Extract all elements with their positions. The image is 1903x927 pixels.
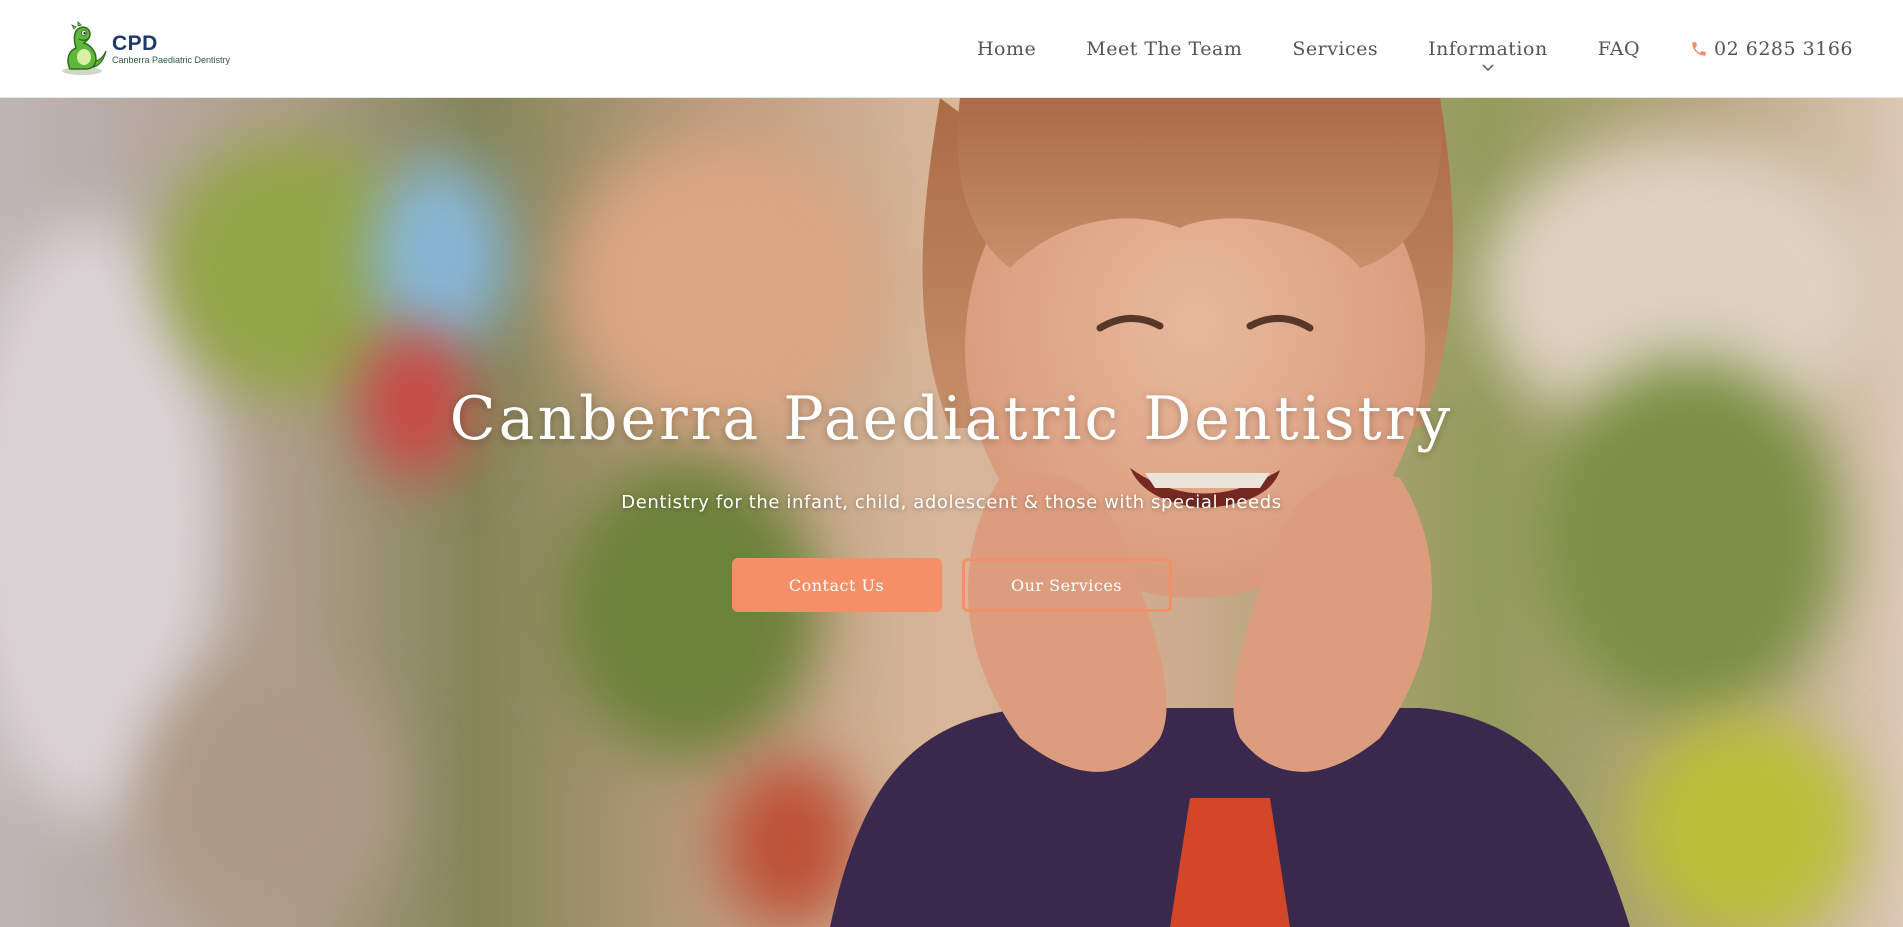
- hero-content: Canberra Paediatric Dentistry Dentistry …: [0, 384, 1903, 612]
- site-header: CPD Canberra Paediatric Dentistry Home M…: [0, 0, 1903, 98]
- hero-title: Canberra Paediatric Dentistry: [449, 384, 1454, 454]
- phone-link[interactable]: 02 6285 3166: [1665, 38, 1853, 60]
- dinosaur-logo-icon: [62, 20, 107, 75]
- contact-us-button[interactable]: Contact Us: [731, 558, 942, 612]
- hero-subtitle: Dentistry for the infant, child, adolesc…: [621, 492, 1282, 513]
- logo-abbreviation: CPD: [112, 31, 158, 55]
- nav-item-information-label: Information: [1428, 37, 1548, 60]
- nav-item-services[interactable]: Services: [1267, 38, 1403, 60]
- logo-full-name: Canberra Paediatric Dentistry: [112, 54, 231, 65]
- hero-section: Canberra Paediatric Dentistry Dentistry …: [0, 98, 1903, 927]
- nav-item-information[interactable]: Information: [1403, 37, 1573, 71]
- our-services-button[interactable]: Our Services: [961, 558, 1172, 612]
- main-nav: Home Meet The Team Services Information …: [952, 37, 1853, 71]
- phone-number: 02 6285 3166: [1714, 37, 1853, 60]
- nav-item-home[interactable]: Home: [952, 38, 1061, 60]
- nav-item-meet-the-team[interactable]: Meet The Team: [1061, 38, 1267, 60]
- hero-buttons: Contact Us Our Services: [0, 558, 1903, 612]
- chevron-down-icon[interactable]: [1482, 63, 1494, 72]
- phone-icon: [1690, 40, 1708, 58]
- site-logo[interactable]: CPD Canberra Paediatric Dentistry: [56, 20, 231, 77]
- nav-item-faq[interactable]: FAQ: [1573, 38, 1665, 60]
